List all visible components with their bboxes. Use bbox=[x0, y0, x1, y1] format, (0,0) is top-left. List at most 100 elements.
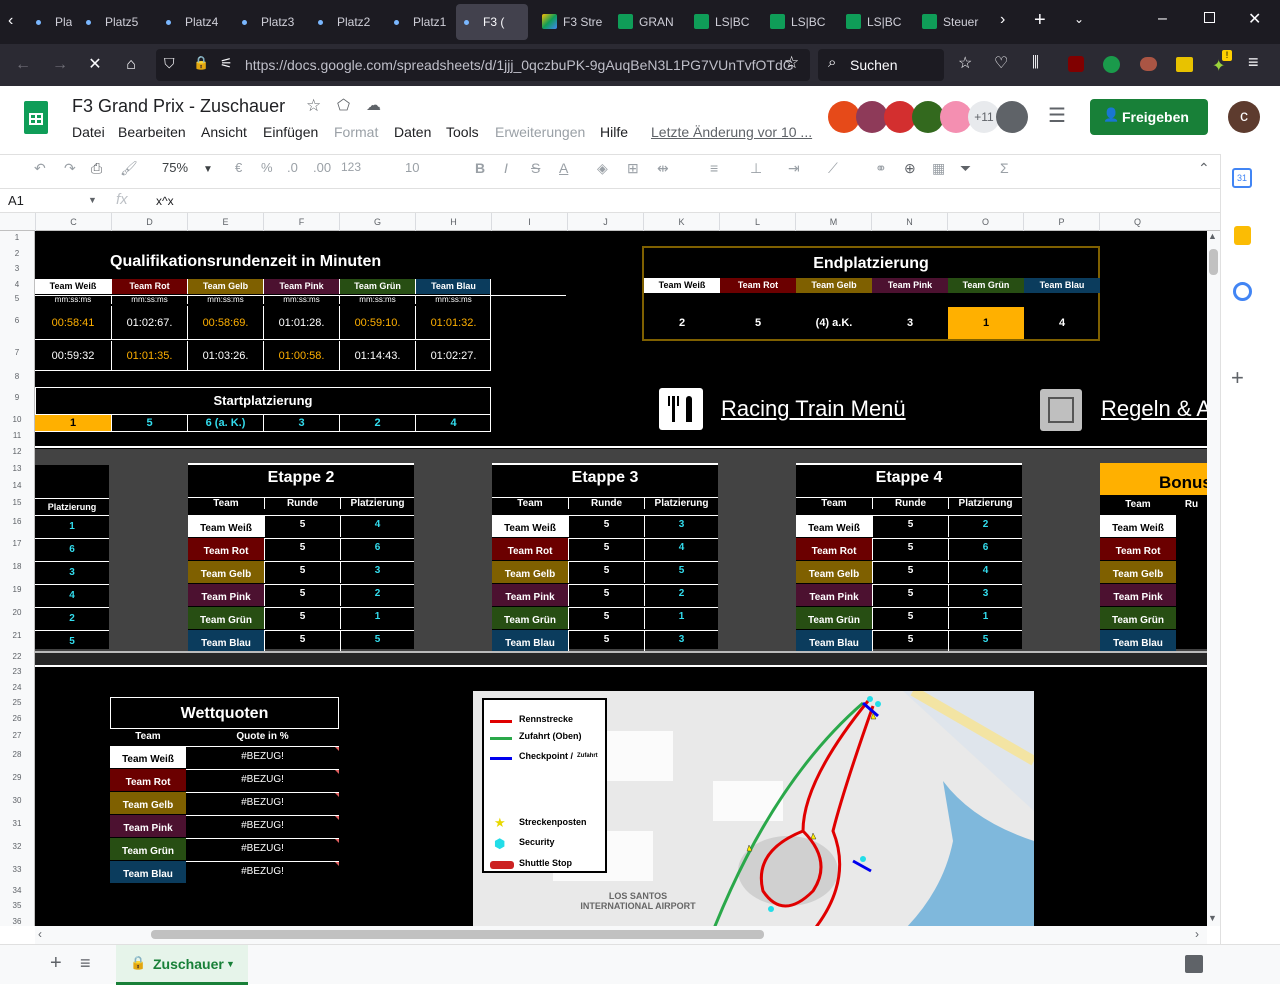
bookmark-star-icon[interactable]: ☆ bbox=[784, 53, 799, 73]
torrent-icon[interactable] bbox=[1103, 56, 1120, 73]
wiki-extension-icon[interactable] bbox=[1176, 57, 1193, 72]
browser-tab[interactable]: F3 Stre bbox=[534, 4, 604, 40]
row-header[interactable]: 10 bbox=[0, 415, 34, 424]
vertical-scroll-thumb[interactable] bbox=[1209, 249, 1218, 275]
row-header[interactable]: 2 bbox=[0, 249, 34, 258]
new-tab-icon[interactable]: + bbox=[1034, 9, 1046, 32]
track-map-image[interactable]: Rennstrecke Zufahrt (Oben) Checkpoint / ★ St… bbox=[473, 691, 1034, 926]
row-header[interactable]: 19 bbox=[0, 585, 34, 594]
back-icon[interactable]: ← bbox=[8, 44, 38, 86]
row-header[interactable]: 32 bbox=[0, 842, 34, 851]
restore-icon[interactable] bbox=[1204, 12, 1215, 23]
column-header[interactable]: K bbox=[643, 213, 719, 231]
row-header[interactable]: 11 bbox=[0, 431, 34, 440]
browser-tab[interactable]: Platz 6 bbox=[28, 4, 72, 40]
row-header[interactable]: 23 bbox=[0, 667, 34, 676]
column-header[interactable]: M bbox=[795, 213, 871, 231]
ublock-icon[interactable] bbox=[1068, 56, 1084, 72]
menu-daten[interactable]: Daten bbox=[394, 124, 431, 140]
row-header[interactable]: 9 bbox=[0, 393, 34, 402]
column-header[interactable]: N bbox=[871, 213, 947, 231]
tab-scroll-right-icon[interactable]: › bbox=[1000, 11, 1005, 29]
last-edit-link[interactable]: Letzte Änderung vor 10 ... bbox=[651, 124, 812, 140]
browser-tab[interactable]: Steuer bbox=[914, 4, 984, 40]
scroll-down-icon[interactable]: ▼ bbox=[1208, 913, 1217, 923]
document-title[interactable]: F3 Grand Prix - Zuschauer bbox=[72, 96, 285, 117]
menu-hilfe[interactable]: Hilfe bbox=[600, 124, 628, 140]
row-header[interactable]: 27 bbox=[0, 731, 34, 740]
home-icon[interactable]: ⌂ bbox=[116, 44, 146, 86]
row-header[interactable]: 14 bbox=[0, 481, 34, 490]
explore-icon[interactable] bbox=[1185, 955, 1203, 973]
row-header[interactable]: 7 bbox=[0, 348, 34, 357]
sheet-grid[interactable]: Qualifikationsrundenzeit in Minuten Team… bbox=[35, 231, 1207, 926]
browser-tab[interactable]: Platz1 bbox=[386, 4, 456, 40]
row-header[interactable]: 6 bbox=[0, 316, 34, 325]
row-header[interactable]: 24 bbox=[0, 683, 34, 692]
row-header[interactable]: 13 bbox=[0, 464, 34, 473]
row-header[interactable]: 20 bbox=[0, 608, 34, 617]
cloud-status-icon[interactable]: ☁ bbox=[366, 96, 381, 114]
browser-tab[interactable]: Platz2 bbox=[310, 4, 380, 40]
scroll-right-icon[interactable]: › bbox=[1195, 927, 1199, 941]
borders-icon[interactable]: ⊞ bbox=[627, 160, 639, 177]
url-text[interactable]: https://docs.google.com/spreadsheets/d/1… bbox=[245, 57, 794, 73]
row-header[interactable]: 4 bbox=[0, 280, 34, 289]
browser-tab[interactable]: GRAN bbox=[610, 4, 680, 40]
menu-einfügen[interactable]: Einfügen bbox=[263, 124, 318, 140]
row-header[interactable]: 31 bbox=[0, 819, 34, 828]
row-header[interactable]: 35 bbox=[0, 901, 34, 910]
pocket-icon[interactable]: ☆ bbox=[958, 53, 972, 73]
close-window-icon[interactable]: ✕ bbox=[1248, 9, 1261, 29]
column-header[interactable]: E bbox=[187, 213, 263, 231]
undo-icon[interactable]: ↶ bbox=[34, 160, 46, 177]
browser-tab[interactable]: Platz3 bbox=[234, 4, 304, 40]
keep-icon[interactable] bbox=[1234, 226, 1251, 245]
row-header[interactable]: 3 bbox=[0, 264, 34, 273]
row-header[interactable]: 5 bbox=[0, 294, 34, 303]
browser-tab[interactable]: LS|BC bbox=[686, 4, 756, 40]
row-header[interactable]: 33 bbox=[0, 865, 34, 874]
menu-tools[interactable]: Tools bbox=[446, 124, 479, 140]
row-header[interactable]: 8 bbox=[0, 372, 34, 381]
currency-button[interactable]: € bbox=[235, 160, 242, 175]
row-header[interactable]: 1 bbox=[0, 233, 34, 242]
zoom-select[interactable]: 75% bbox=[162, 160, 188, 175]
column-header[interactable]: L bbox=[719, 213, 795, 231]
horizontal-scroll-thumb[interactable] bbox=[151, 930, 764, 939]
comments-icon[interactable]: ☰ bbox=[1048, 103, 1066, 128]
vertical-scrollbar[interactable]: ▲ ▼ bbox=[1207, 231, 1220, 926]
row-header[interactable]: 16 bbox=[0, 517, 34, 526]
increase-decimal-button[interactable]: .00 bbox=[313, 160, 331, 175]
bold-icon[interactable]: B bbox=[475, 160, 485, 176]
racing-train-link[interactable]: Racing Train Menü bbox=[721, 396, 906, 422]
row-header[interactable]: 15 bbox=[0, 498, 34, 507]
browser-tab[interactable]: LS|BC bbox=[838, 4, 908, 40]
sheet-tab-zuschauer[interactable]: 🔒 Zuschauer ▼ bbox=[116, 945, 248, 985]
text-color-icon[interactable]: A bbox=[559, 160, 568, 176]
name-box[interactable]: A1 bbox=[8, 193, 24, 208]
scroll-up-icon[interactable]: ▲ bbox=[1208, 231, 1217, 241]
rules-icon[interactable] bbox=[1040, 389, 1082, 431]
row-header[interactable]: 28 bbox=[0, 750, 34, 759]
browser-tab[interactable]: LS|BC bbox=[762, 4, 832, 40]
scroll-left-icon[interactable]: ‹ bbox=[38, 927, 42, 941]
paint-format-icon[interactable]: 🖌 bbox=[120, 160, 138, 177]
percent-button[interactable]: % bbox=[261, 160, 273, 175]
text-rotation-icon[interactable]: ⟋ bbox=[828, 160, 838, 177]
browser-tab[interactable]: Platz5 bbox=[78, 4, 148, 40]
column-header[interactable]: D bbox=[111, 213, 187, 231]
row-header[interactable]: 12 bbox=[0, 447, 34, 456]
merge-cells-icon[interactable]: ⇹ bbox=[657, 160, 669, 177]
menu-datei[interactable]: Datei bbox=[72, 124, 105, 140]
add-sheet-icon[interactable]: + bbox=[50, 952, 62, 975]
forward-icon[interactable]: → bbox=[45, 44, 75, 86]
decrease-decimal-button[interactable]: .0 bbox=[287, 160, 298, 175]
row-header[interactable]: 21 bbox=[0, 631, 34, 640]
print-icon[interactable]: ⎙ bbox=[91, 160, 102, 177]
permissions-icon[interactable]: ⚟ bbox=[220, 55, 233, 72]
browser-tab[interactable]: Platz4 bbox=[158, 4, 228, 40]
row-header[interactable]: 22 bbox=[0, 652, 34, 661]
menu-format[interactable]: Format bbox=[334, 124, 378, 140]
redo-icon[interactable]: ↷ bbox=[64, 160, 76, 177]
